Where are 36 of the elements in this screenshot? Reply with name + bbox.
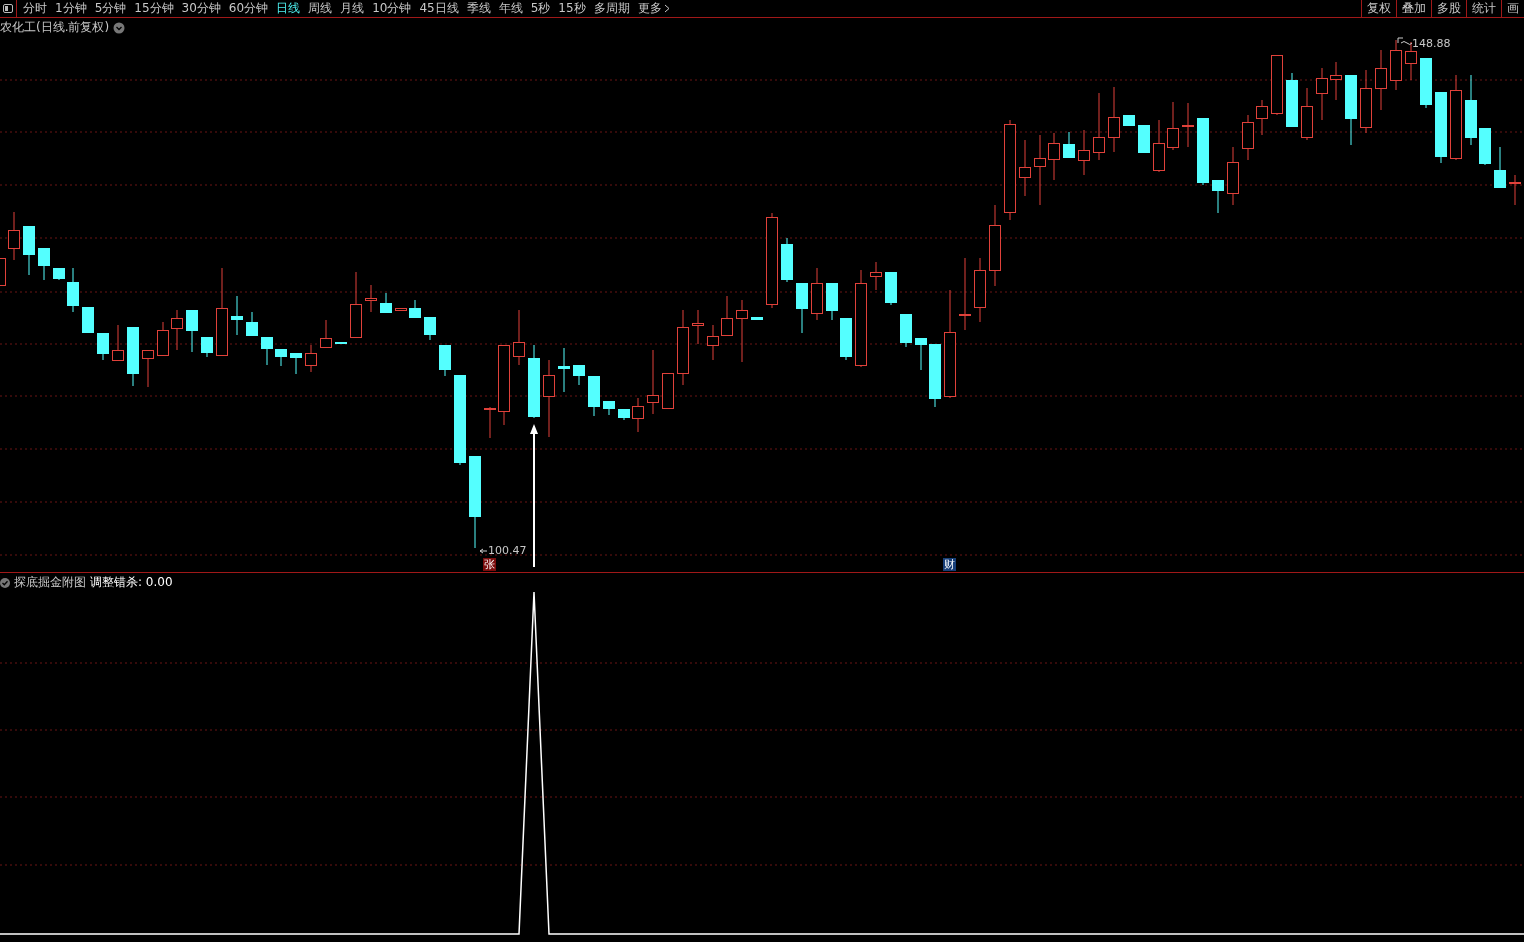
leader-line [479, 548, 488, 554]
period-tab[interactable]: 月线 [336, 0, 369, 17]
signal-badge: 张 [483, 558, 496, 571]
indicator-value: 调整错杀: 0.00 [90, 574, 173, 591]
period-tab[interactable]: 45日线 [415, 0, 463, 17]
signal-badge: 财 [943, 558, 956, 571]
period-tab[interactable]: 季线 [462, 0, 495, 17]
period-tab[interactable]: 15秒 [554, 0, 590, 17]
period-tab[interactable]: 5秒 [526, 0, 555, 17]
leader-line [1397, 37, 1413, 45]
period-tab[interactable]: 周线 [304, 0, 337, 17]
high-price-label: 148.88 [1412, 38, 1451, 50]
stock-title: 农化工(日线.前复权) [0, 19, 110, 36]
period-tab[interactable]: 10分钟 [368, 0, 416, 17]
toolbar-button[interactable]: 复权 [1361, 0, 1396, 17]
period-tab[interactable]: 多周期 [589, 0, 634, 17]
toolbar-button[interactable]: 统计 [1466, 0, 1501, 17]
period-tab[interactable]: 5分钟 [90, 0, 131, 17]
period-tab[interactable]: 30分钟 [177, 0, 225, 17]
up-arrow-icon [530, 424, 538, 568]
toolbar-button[interactable]: 叠加 [1396, 0, 1431, 17]
period-tab[interactable]: 60分钟 [224, 0, 273, 17]
check-icon[interactable] [0, 577, 10, 588]
panel-toggle-icon[interactable] [3, 4, 13, 13]
period-tab[interactable]: 年线 [494, 0, 527, 17]
more-button[interactable]: 更多 [633, 0, 674, 17]
period-tab[interactable]: 15分钟 [130, 0, 178, 17]
period-tab[interactable]: 1分钟 [51, 0, 91, 17]
indicator-name: 探底掘金附图 [14, 574, 86, 591]
chevron-right-icon [663, 4, 670, 13]
toolbar-button[interactable]: 画 [1501, 0, 1524, 17]
period-tab[interactable]: 分时 [19, 0, 51, 17]
low-price-label: 100.47 [488, 545, 527, 557]
toolbar-button[interactable]: 多股 [1431, 0, 1466, 17]
dropdown-icon[interactable] [113, 21, 126, 34]
period-tab[interactable]: 日线 [272, 0, 305, 17]
